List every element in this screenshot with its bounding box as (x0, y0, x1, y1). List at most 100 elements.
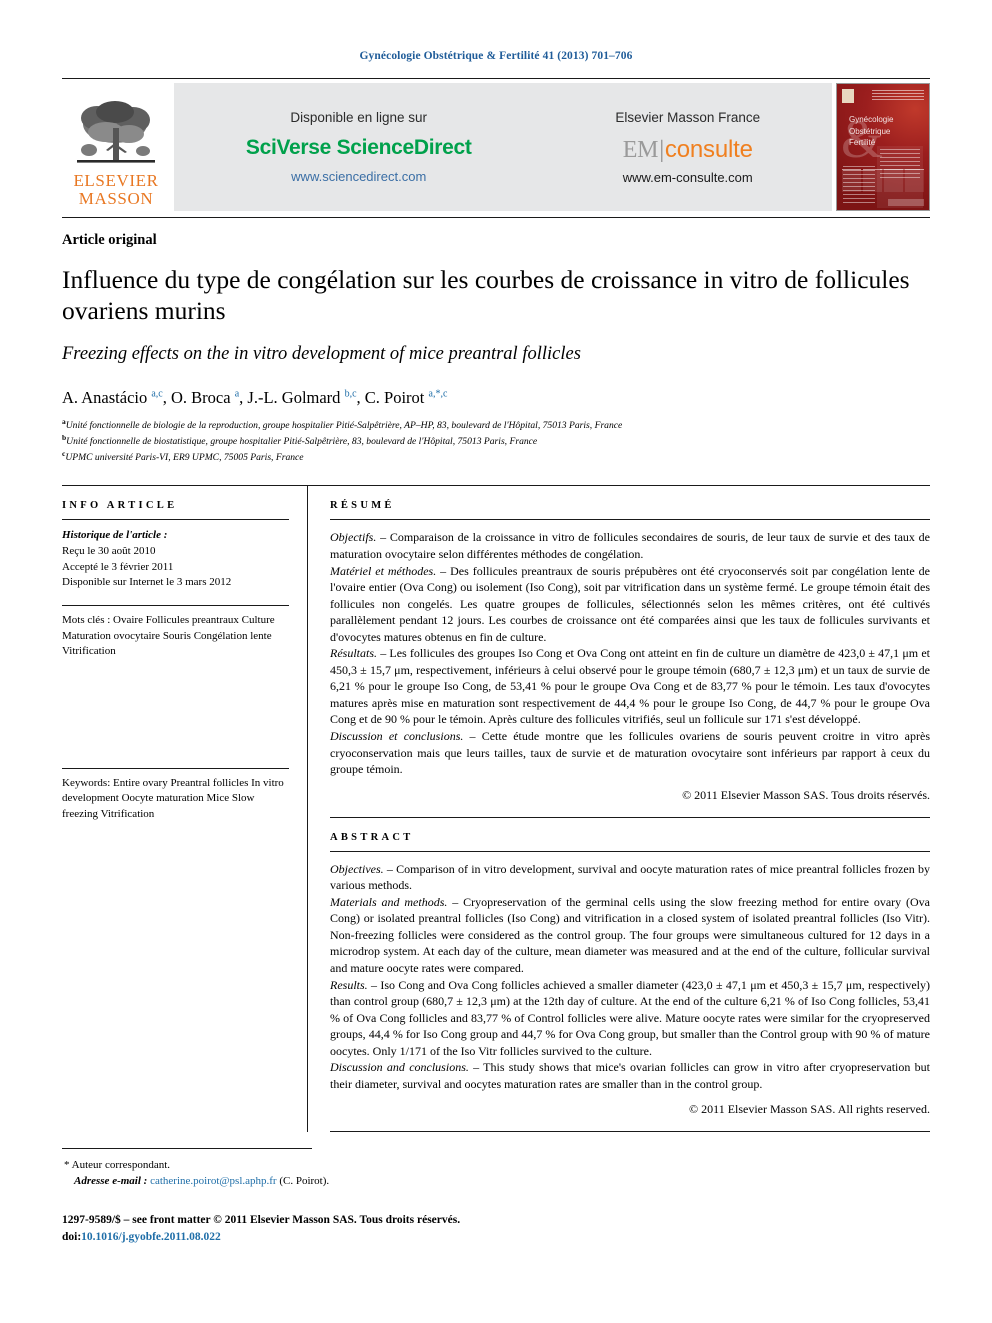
paragraph-1: Objectives. – Comparison of in vitro dev… (330, 861, 930, 893)
keyword-fr-6: Congélation lente (193, 629, 272, 642)
paragraph-4: Discussion et conclusions. – Cette étude… (330, 729, 930, 777)
info-article-column: INFO ARTICLE Historique de l'article : R… (62, 486, 308, 1133)
keyword-en-5: Mice (206, 792, 230, 805)
page-subtitle-english: Freezing effects on the in vitro develop… (62, 344, 581, 365)
keywords-en: Keywords: Entire ovary Preantral follicl… (62, 776, 289, 823)
keyword-en-1: Entire ovary (113, 776, 168, 789)
doi-line: doi:10.1016/j.gyobfe.2011.08.022 (62, 1229, 930, 1246)
article-history-label: Historique de l'article : (62, 529, 168, 542)
doi-link[interactable]: 10.1016/j.gyobfe.2011.08.022 (81, 1231, 221, 1243)
corresponding-author-marker: * (64, 1159, 70, 1172)
resume-heading: RÉSUMÉ (330, 500, 395, 512)
paragraph-1: Objectifs. – Comparaison de la croissanc… (330, 530, 930, 562)
cover-title-line-2: Obstétrique (849, 126, 891, 136)
consulte-wordmark-part: consulte (664, 135, 753, 163)
abstract-heading: ABSTRACT (330, 831, 414, 843)
masson-wordmark: MASSON (78, 188, 154, 208)
keywords-fr: Mots clés : Ovaire Follicules preantraux… (62, 613, 289, 660)
footnote-rule (62, 1148, 312, 1150)
abstract-rule (330, 850, 930, 852)
paragraph-label: Résultats. (330, 646, 377, 661)
article-history: Historique de l'article : Reçu le 30 aoû… (62, 528, 289, 590)
resume-rule (330, 519, 930, 521)
sciencedirect-url[interactable]: www.sciencedirect.com (246, 169, 472, 184)
cover-emblem-icon (842, 89, 854, 103)
elsevier-wordmark: ELSEVIER (73, 171, 159, 191)
keyword-fr-2: Follicules preantraux (145, 613, 239, 626)
paragraph-label: Materials and methods. (330, 894, 448, 909)
paragraph-label: Objectives. (330, 861, 384, 876)
sciencedirect-label: Disponible en ligne sur (290, 110, 428, 125)
paragraph-2: Materials and methods. – Cryopreservatio… (330, 894, 930, 975)
paragraph-label: Discussion and conclusions. (330, 1060, 469, 1075)
paragraph-label: Results. (330, 977, 368, 992)
keywords-en-label: Keywords: (62, 776, 111, 789)
keyword-fr-5: Souris (162, 629, 191, 642)
info-article-heading: INFO ARTICLE (62, 500, 178, 512)
abstract-body: Objectives. – Comparison of in vitro dev… (330, 861, 930, 1093)
email-link[interactable]: catherine.poirot@psl.aphp.fr (150, 1175, 277, 1187)
affiliation-3: cUPMC université Paris-VI, ER9 UPMC, 750… (62, 449, 304, 464)
emconsulte-block: Elsevier Masson France EM|consulte www.e… (605, 110, 770, 185)
paragraph-2: Matériel et méthodes. – Des follicules p… (330, 563, 930, 644)
cover-footer-mark (888, 199, 924, 206)
affiliation-list: aUnité fonctionnelle de biologie de la r… (62, 417, 930, 465)
cover-header-lines (872, 90, 924, 102)
paragraph-4: Discussion and conclusions. – This study… (330, 1060, 930, 1091)
author-list: A. Anastácio a,c, O. Broca a, J.-L. Golm… (62, 388, 448, 408)
keyword-fr-3: Culture (241, 613, 275, 626)
keywords-fr-rule (62, 604, 289, 606)
cover-journal-title: Gynécologie Obstétrique Fertilité (849, 114, 893, 149)
email-note: Adresse e-mail : catherine.poirot@psl.ap… (74, 1174, 930, 1190)
abstract-column: RÉSUMÉ Objectifs. – Comparaison de la cr… (308, 486, 930, 1133)
paragraph-label: Objectifs. (330, 530, 377, 545)
affiliation-1: aUnité fonctionnelle de biologie de la r… (62, 417, 623, 432)
doi-label: doi: (62, 1231, 82, 1244)
running-head: Gynécologie Obstétrique & Fertilité 41 (… (359, 50, 633, 62)
keywords-en-rule (62, 767, 289, 769)
em-wordmark-part: EM (622, 136, 659, 163)
masthead-bottom-rule (62, 217, 930, 218)
emconsulte-wordmark: EM|consulte (615, 136, 760, 164)
masthead: ELSEVIER MASSON Disponible en ligne sur … (62, 83, 930, 211)
keywords-fr-label: Mots clés : (62, 613, 111, 626)
em-divider-bar: | (659, 136, 664, 163)
emconsulte-label: Elsevier Masson France (615, 109, 761, 125)
email-label: Adresse e-mail : (74, 1175, 148, 1188)
corresponding-author-text: Auteur correspondant. (71, 1159, 171, 1172)
abstract-columns: INFO ARTICLE Historique de l'article : R… (62, 486, 930, 1133)
cover-title-line-1: Gynécologie (849, 115, 894, 124)
paragraph-label: Discussion et conclusions. (330, 729, 464, 744)
imprint-block: 1297-9589/$ – see front matter © 2011 El… (62, 1212, 930, 1247)
issn-line: 1297-9589/$ – see front matter © 2011 El… (62, 1214, 461, 1227)
masthead-band: Disponible en ligne sur SciVerse Science… (174, 83, 832, 211)
affiliation-2: bUnité fonctionnelle de biostatistique, … (62, 433, 538, 448)
paragraph-3: Results. – Iso Cong and Ova Cong follicl… (330, 977, 930, 1058)
elsevier-masson-logo: ELSEVIER MASSON (62, 83, 170, 211)
paragraph-3: Résultats. – Les follicules des groupes … (330, 646, 930, 727)
article-page: Gynécologie Obstétrique & Fertilité 41 (… (0, 0, 992, 1323)
abstract-copyright: © 2011 Elsevier Masson SAS. All rights r… (689, 1102, 930, 1117)
corresponding-author-note: * Auteur correspondant. (64, 1158, 930, 1174)
info-article-rule (62, 519, 289, 521)
abstract-bottom-rule (330, 1131, 930, 1133)
keyword-fr-4: Maturation ovocytaire (62, 629, 161, 642)
resume-copyright: © 2011 Elsevier Masson SAS. Tous droits … (682, 787, 930, 802)
history-received: Reçu le 30 août 2010 (62, 545, 156, 558)
abstract-divider-rule (330, 816, 930, 818)
footnote-block: * Auteur correspondant. Adresse e-mail :… (62, 1158, 930, 1190)
history-online: Disponible sur Internet le 3 mars 2012 (62, 576, 232, 589)
emconsulte-url[interactable]: www.em-consulte.com (615, 170, 760, 185)
keyword-en-2: Preantral follicles (170, 776, 249, 789)
keyword-en-4: Oocyte maturation (121, 792, 204, 805)
journal-cover-thumbnail: & Gynécologie Obstétrique Fertilité (836, 83, 930, 211)
history-accepted: Accepté le 3 février 2011 (62, 560, 174, 573)
page-title: Influence du type de congélation sur les… (62, 265, 910, 325)
email-suffix: (C. Poirot). (279, 1175, 330, 1188)
header-rule (62, 78, 930, 79)
tree-icon (77, 101, 155, 163)
sciverse-sciencedirect-wordmark: SciVerse ScienceDirect (245, 136, 472, 159)
paragraph-label: Matériel et méthodes. (330, 563, 437, 578)
resume-body: Objectifs. – Comparaison de la croissanc… (330, 529, 930, 777)
keyword-fr-7: Vitrification (62, 645, 116, 658)
